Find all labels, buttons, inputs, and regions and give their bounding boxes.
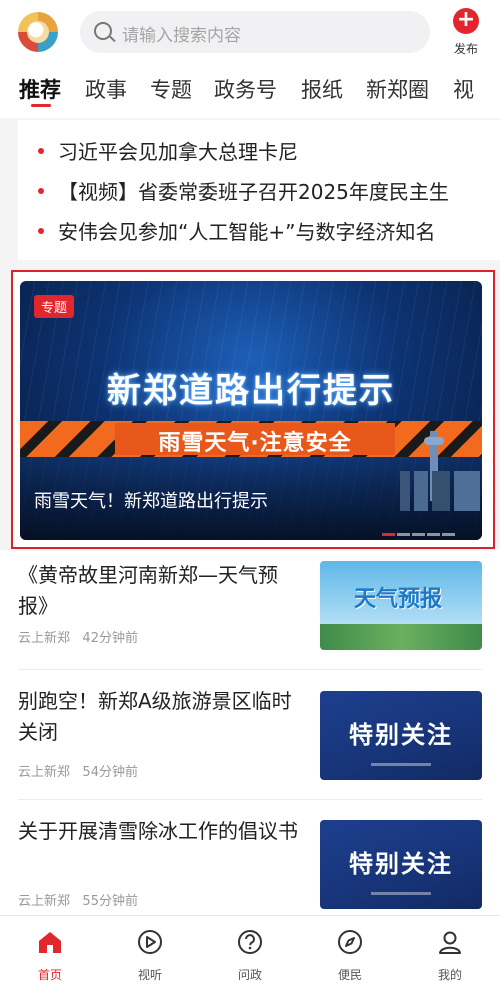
question-icon <box>238 930 262 954</box>
tab-recommend[interactable]: 推荐 <box>19 74 61 104</box>
nav-inquiry[interactable]: 问政 <box>220 924 280 984</box>
article-thumbnail: 特别关注 <box>320 691 482 780</box>
thumbnail-text: 天气预报 <box>354 587 443 612</box>
article-meta: 云上新郑 42分钟前 <box>18 627 138 646</box>
headline-item[interactable]: 【视频】省委常委班子召开2025年度民主生 <box>18 174 500 208</box>
tab-gov-accounts[interactable]: 政务号 <box>214 74 277 104</box>
carousel-dot-active <box>382 533 395 536</box>
user-icon <box>439 931 461 954</box>
article-item[interactable]: 《黄帝故里河南新郑—天气预报》 云上新郑 42分钟前 天气预报 <box>0 550 500 670</box>
article-item[interactable]: 关于开展清雪除冰工作的倡议书 云上新郑 55分钟前 特别关注 <box>0 800 500 915</box>
nav-home[interactable]: 首页 <box>20 924 80 984</box>
tab-politics[interactable]: 政事 <box>85 74 127 104</box>
headline-text: 安伟会见参加“人工智能+”与数字经济知名 <box>58 220 436 244</box>
category-tabs: 推荐 政事 专题 政务号 报纸 新郑圈 视 <box>0 66 500 118</box>
nav-video[interactable]: 视听 <box>120 924 180 984</box>
topic-badge: 专题 <box>34 295 75 318</box>
nav-label: 便民 <box>337 968 362 982</box>
article-source: 云上新郑 <box>18 631 71 646</box>
banner-title: 新郑道路出行提示 <box>107 371 395 411</box>
article-meta: 云上新郑 54分钟前 <box>18 761 138 780</box>
plus-icon: + <box>453 8 479 34</box>
bullet-icon <box>38 228 44 234</box>
search-bar[interactable]: 请输入搜索内容 <box>80 11 430 53</box>
publish-label: 发布 <box>453 42 478 56</box>
article-title: 关于开展清雪除冰工作的倡议书 <box>18 819 298 843</box>
bullet-icon <box>38 148 44 154</box>
carousel-dot <box>442 533 455 536</box>
city-skyline-illustration <box>400 471 480 511</box>
nav-label: 我的 <box>437 968 462 982</box>
article-item[interactable]: 别跑空！新郑A级旅游景区临时关闭 云上新郑 54分钟前 特别关注 <box>0 670 500 800</box>
compass-icon <box>338 930 362 954</box>
headline-item[interactable]: 安伟会见参加“人工智能+”与数字经济知名 <box>18 214 500 248</box>
thumbnail-text: 特别关注 <box>349 720 453 749</box>
featured-banner[interactable]: 专题 新郑道路出行提示 雨雪天气·注意安全 雨雪天气！新郑道路出行提示 <box>20 281 482 540</box>
article-source: 云上新郑 <box>18 894 71 909</box>
nav-label: 首页 <box>37 968 62 982</box>
tab-topics[interactable]: 专题 <box>150 74 192 104</box>
article-thumbnail: 天气预报 <box>320 561 482 650</box>
play-icon <box>138 930 162 954</box>
article-time: 42分钟前 <box>82 631 138 646</box>
article-time: 55分钟前 <box>82 894 138 909</box>
search-icon <box>94 22 112 40</box>
tab-video[interactable]: 视 <box>453 74 474 104</box>
bottom-navigation: 首页 视听 问政 便民 我的 <box>0 915 500 993</box>
nav-label: 问政 <box>237 968 262 982</box>
banner-caption: 雨雪天气！新郑道路出行提示 <box>34 491 268 512</box>
carousel-dot <box>412 533 425 536</box>
thumbnail-footer-line <box>371 892 431 895</box>
tab-xinzheng-circle[interactable]: 新郑圈 <box>366 74 429 104</box>
article-title: 《黄帝故里河南新郑—天气预报》 <box>18 563 278 618</box>
banner-subtitle: 雨雪天气·注意安全 <box>158 431 352 456</box>
app-logo[interactable] <box>18 12 58 52</box>
carousel-dot <box>397 533 410 536</box>
article-source: 云上新郑 <box>18 765 71 780</box>
article-time: 54分钟前 <box>82 765 138 780</box>
thumbnail-footer-line <box>371 763 431 766</box>
nav-services[interactable]: 便民 <box>320 924 380 984</box>
search-placeholder: 请输入搜索内容 <box>122 26 241 46</box>
article-thumbnail: 特别关注 <box>320 820 482 909</box>
bullet-icon <box>38 188 44 194</box>
article-meta: 云上新郑 55分钟前 <box>18 890 138 909</box>
thumbnail-text: 特别关注 <box>349 849 453 878</box>
thumbnail-ground <box>320 624 482 650</box>
headline-text: 习近平会见加拿大总理卡尼 <box>58 140 298 164</box>
tab-newspaper[interactable]: 报纸 <box>301 74 343 104</box>
carousel-indicator <box>382 521 472 536</box>
headline-item[interactable]: 习近平会见加拿大总理卡尼 <box>18 134 500 168</box>
active-tab-indicator <box>31 104 51 107</box>
home-icon <box>39 932 61 953</box>
headline-list: 习近平会见加拿大总理卡尼 【视频】省委常委班子召开2025年度民主生 安伟会见参… <box>18 120 500 260</box>
nav-profile[interactable]: 我的 <box>420 924 480 984</box>
headline-text: 【视频】省委常委班子召开2025年度民主生 <box>58 180 449 204</box>
carousel-dot <box>427 533 440 536</box>
article-title: 别跑空！新郑A级旅游景区临时关闭 <box>18 689 292 744</box>
publish-button[interactable]: + 发布 <box>448 8 484 60</box>
nav-label: 视听 <box>137 968 162 982</box>
top-header: 请输入搜索内容 + 发布 <box>0 0 500 66</box>
